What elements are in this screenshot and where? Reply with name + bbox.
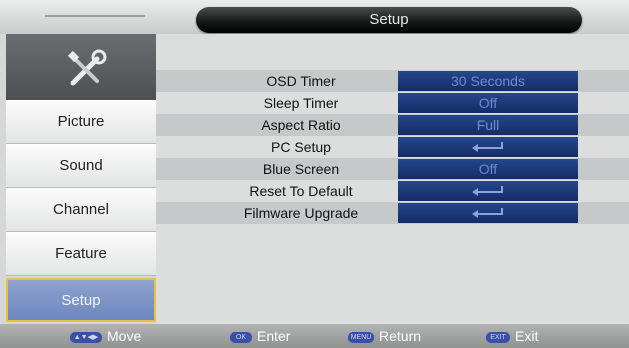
- setting-row-sleep-timer[interactable]: Sleep Timer Off: [156, 92, 629, 114]
- settings-panel: OSD Timer 30 Seconds Sleep Timer Off Asp…: [156, 34, 629, 324]
- setting-label: Blue Screen: [262, 161, 340, 177]
- title-bar: Setup: [196, 7, 582, 33]
- setting-action[interactable]: [398, 181, 578, 201]
- exit-key-icon: EXIT: [486, 331, 510, 343]
- setting-value[interactable]: Off: [398, 159, 578, 179]
- sidebar-item-label: Picture: [57, 113, 105, 130]
- setting-row-blue-screen[interactable]: Blue Screen Off: [156, 158, 629, 180]
- hint-move-label: Move: [107, 328, 142, 344]
- hint-return-label: Return: [379, 328, 422, 344]
- sidebar-item-channel[interactable]: Channel: [6, 188, 156, 232]
- setting-value[interactable]: Off: [398, 93, 578, 113]
- arrow-keys-icon: ▲▼◀▶: [70, 331, 102, 343]
- hint-enter-label: Enter: [257, 328, 291, 344]
- setting-value[interactable]: 30 Seconds: [398, 71, 578, 91]
- sidebar-item-setup[interactable]: Setup: [6, 278, 156, 322]
- enter-arrow-icon: [472, 186, 503, 196]
- hint-exit-label: Exit: [515, 328, 539, 344]
- setting-action[interactable]: [398, 203, 578, 223]
- footer-hint-bar: ▲▼◀▶ Move OK Enter MENU Return EXIT Exit: [0, 324, 629, 348]
- sidebar-item-picture[interactable]: Picture: [6, 100, 156, 144]
- sidebar-item-feature[interactable]: Feature: [6, 232, 156, 276]
- hint-enter: OK Enter: [230, 326, 290, 346]
- setting-value[interactable]: Full: [398, 115, 578, 135]
- sidebar-item-label: Channel: [53, 201, 109, 218]
- enter-arrow-icon: [472, 142, 503, 152]
- page-title: Setup: [369, 11, 409, 28]
- setting-row-osd-timer[interactable]: OSD Timer 30 Seconds: [156, 70, 629, 92]
- setting-row-aspect-ratio[interactable]: Aspect Ratio Full: [156, 114, 629, 136]
- enter-arrow-icon: [472, 208, 503, 218]
- setting-row-reset-to-default[interactable]: Reset To Default: [156, 180, 629, 202]
- tools-icon: [67, 49, 107, 86]
- setting-label: OSD Timer: [266, 73, 336, 89]
- ok-key-icon: OK: [230, 331, 252, 343]
- hint-exit: EXIT Exit: [486, 326, 538, 346]
- sidebar-item-label: Feature: [55, 245, 107, 262]
- setting-action[interactable]: [398, 137, 578, 157]
- setting-label: Aspect Ratio: [261, 117, 341, 133]
- sidebar-item-label: Sound: [59, 157, 103, 174]
- menu-key-icon: MENU: [348, 331, 374, 343]
- setup-category-tile: [6, 34, 156, 100]
- setting-label: PC Setup: [271, 139, 331, 155]
- sidebar-menu: Picture Sound Channel Feature Setup: [0, 34, 156, 324]
- hint-return: MENU Return: [348, 326, 421, 346]
- setting-label: Sleep Timer: [263, 95, 339, 111]
- header-divider: [45, 15, 145, 17]
- sidebar-item-label: Setup: [61, 292, 101, 309]
- setting-row-pc-setup[interactable]: PC Setup: [156, 136, 629, 158]
- setting-label: Reset To Default: [249, 183, 353, 199]
- setting-label: Filmware Upgrade: [243, 205, 359, 221]
- sidebar-item-sound[interactable]: Sound: [6, 144, 156, 188]
- hint-move: ▲▼◀▶ Move: [70, 326, 141, 346]
- setting-row-firmware-upgrade[interactable]: Filmware Upgrade: [156, 202, 629, 224]
- header-bar: Setup: [0, 0, 629, 34]
